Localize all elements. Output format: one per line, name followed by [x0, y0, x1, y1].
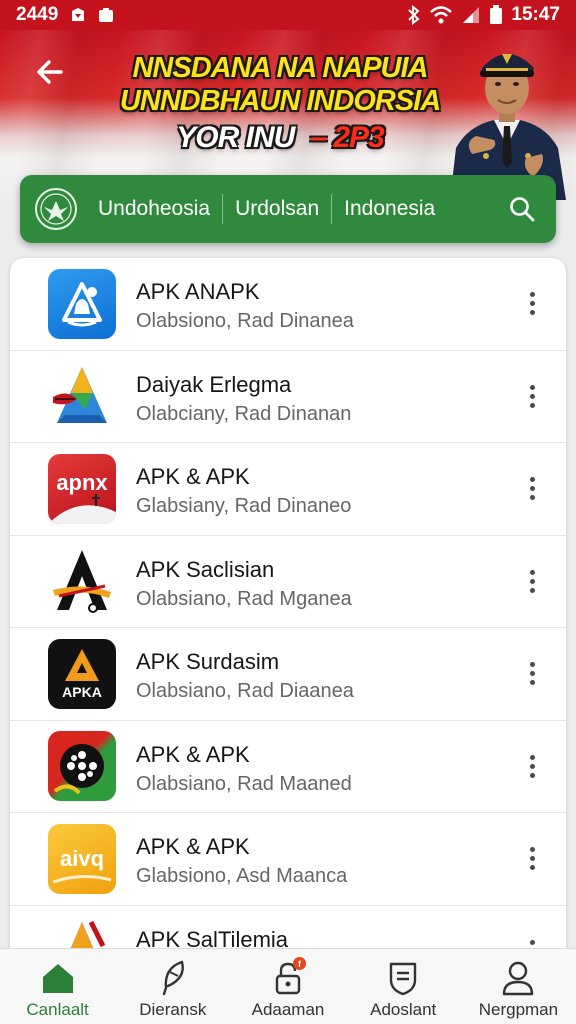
notification-icon	[70, 7, 86, 23]
app-title: APK Saclisian	[136, 556, 275, 582]
banner-line-2: UNNDBHAUN INDORSIA	[119, 85, 441, 117]
app-title: APK ANAPK	[136, 279, 260, 304]
tab-undoheosia[interactable]: Undoheosia	[86, 197, 222, 221]
tab-urdolsan[interactable]: Urdolsan	[223, 197, 331, 221]
more-options-button[interactable]	[520, 839, 544, 879]
item-text: APK Saclisian Olabsiano, Rad Mganea	[136, 556, 352, 612]
bluetooth-icon	[407, 5, 421, 25]
list-item[interactable]: APKA APK Surdasim Olabsiano, Rad Diaanea	[10, 628, 566, 721]
home-icon	[38, 959, 78, 997]
apka-icon-text: APKA	[62, 684, 102, 700]
app-subtitle: Olabsiono, Rad Dinanea	[136, 310, 354, 332]
nav-label: Dieransk	[139, 1000, 207, 1019]
nav-item-nergpman[interactable]: Nergpman	[461, 949, 576, 1024]
item-text: APK ANAPK Olabsiono, Rad Dinanea	[136, 278, 354, 334]
app-subtitle: Olabsiano, Rad Diaanea	[136, 680, 354, 702]
item-text: APK Surdasim Olabsiano, Rad Diaanea	[136, 648, 354, 704]
more-options-button[interactable]	[520, 376, 544, 416]
app-title: APK & APK	[136, 741, 250, 767]
status-bar: 2449 15:47	[0, 0, 576, 30]
item-text: APK & APK Glabsiany, Rad Dinaneo	[136, 463, 351, 519]
nav-label: Canlaalt	[26, 1000, 89, 1019]
yellow-apk-icon: aivq	[48, 823, 116, 894]
search-button[interactable]	[502, 189, 542, 229]
banner-line-3-right: – 2P3	[310, 121, 384, 154]
search-icon	[510, 197, 535, 222]
list-item[interactable]: APK Saclisian Olabsiano, Rad Mganea	[10, 536, 566, 628]
banner-line-1: NNSDANA NA NAPUIA	[132, 52, 428, 84]
apka-logo-icon: APKA	[48, 638, 116, 709]
wifi-icon	[429, 5, 453, 25]
garuda-emblem-icon	[35, 188, 77, 230]
app-subtitle: Glabsiono, Asd Maanca	[136, 865, 348, 887]
shield-icon	[383, 959, 423, 997]
list-item[interactable]: APK & APK Olabsiano, Rad Maaned	[10, 721, 566, 813]
notification-badge: f	[293, 957, 306, 970]
more-options-button[interactable]	[520, 654, 544, 694]
more-options-button[interactable]	[520, 284, 544, 324]
banner-line-3: YOR INU – 2P3	[100, 121, 460, 154]
list-item[interactable]: aivq APK & APK Glabsiono, Asd Maanca	[10, 813, 566, 906]
app-subtitle: Olabsiano, Rad Maaned	[136, 772, 352, 795]
banner-line-3-left: YOR INU	[176, 121, 295, 154]
nav-item-canlaalt[interactable]: Canlaalt	[0, 949, 115, 1024]
status-left: 2449	[16, 4, 114, 26]
feather-icon	[153, 959, 193, 997]
nav-label: Adaaman	[251, 1000, 325, 1019]
app-title: Daiyak Erlegma	[136, 371, 292, 397]
more-options-button[interactable]	[520, 746, 544, 786]
tab-indonesia[interactable]: Indonesia	[332, 197, 447, 221]
app-title: APK & APK	[136, 834, 250, 859]
item-text: Daiyak Erlegma Olabciany, Rad Dinanan	[136, 371, 351, 427]
blue-bell-icon	[48, 268, 116, 339]
status-time-left: 2449	[16, 4, 59, 25]
app-notification-icon	[98, 7, 114, 23]
list-item[interactable]: Daiyak Erlegma Olabciany, Rad Dinanan	[10, 351, 566, 443]
black-a-logo-icon	[48, 546, 116, 617]
film-reel-icon	[48, 731, 116, 802]
app-subtitle: Glabsiany, Rad Dinaneo	[136, 495, 352, 517]
more-options-button[interactable]	[520, 469, 544, 509]
bottom-navigation: Canlaalt Dieransk f Adaaman Adoslant Ner…	[0, 948, 576, 1024]
nav-item-adoslant[interactable]: Adoslant	[346, 949, 461, 1024]
app-subtitle: Olabsiano, Rad Mganea	[136, 587, 352, 610]
red-apk-icon: apnx	[48, 453, 116, 524]
list-item[interactable]: apnx APK & APK Glabsiany, Rad Dinaneo	[10, 443, 566, 536]
status-right: 15:47	[407, 4, 560, 26]
triangle-logo-icon	[48, 361, 116, 432]
lock-icon: f	[268, 957, 308, 997]
app-title: APK Surdasim	[136, 649, 280, 674]
signal-icon	[461, 6, 481, 24]
nav-label: Adoslant	[370, 1000, 437, 1019]
list-item[interactable]: APK ANAPK Olabsiono, Rad Dinanea	[10, 258, 566, 351]
banner-title: NNSDANA NA NAPUIA UNNDBHAUN INDORSIA YOR…	[100, 52, 460, 154]
nav-item-adaaman[interactable]: f Adaaman	[230, 949, 345, 1024]
nav-label: Nergpman	[478, 1000, 559, 1019]
app-list: APK ANAPK Olabsiono, Rad Dinanea Daiyak …	[10, 258, 566, 958]
yellow-icon-text: aivq	[60, 846, 104, 871]
back-arrow-icon	[37, 60, 63, 84]
battery-icon	[489, 5, 503, 25]
app-subtitle: Olabciany, Rad Dinanan	[136, 402, 352, 425]
status-time-right: 15:47	[511, 4, 560, 25]
app-title: APK & APK	[136, 464, 250, 489]
screen: 2449 15:47 NNSDANA NA NAPUIA UNNDBHAUN I…	[0, 0, 576, 1024]
item-text: APK & APK Olabsiano, Rad Maaned	[136, 741, 352, 797]
item-text: APK & APK Glabsiono, Asd Maanca	[136, 833, 347, 889]
more-options-button[interactable]	[520, 561, 544, 601]
nav-item-dieransk[interactable]: Dieransk	[115, 949, 230, 1024]
tab-search-bar: Undoheosia Urdolsan Indonesia	[20, 175, 556, 243]
red-icon-text: apnx	[56, 470, 108, 495]
person-icon	[498, 959, 538, 997]
back-button[interactable]	[30, 52, 70, 92]
